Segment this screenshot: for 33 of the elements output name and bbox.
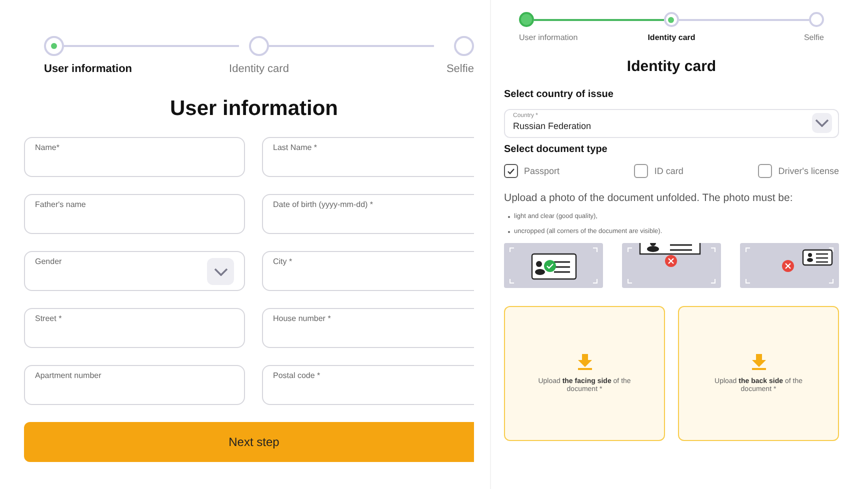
checkmark-icon	[507, 168, 515, 174]
step-label: User information	[44, 63, 132, 75]
input-field[interactable]: Postal code *	[262, 365, 474, 405]
input-field[interactable]: Name*	[24, 137, 245, 177]
download-icon	[576, 354, 592, 370]
checkbox-label: ID card	[654, 166, 684, 176]
step-label: Selfie	[804, 33, 824, 42]
input-field[interactable]: Apartment number	[24, 365, 245, 405]
checkbox-label: Passport	[524, 166, 560, 176]
download-icon	[750, 354, 766, 370]
input-field[interactable]: Street *	[24, 308, 245, 348]
input-field[interactable]: City *	[262, 251, 474, 291]
instruction-text: Upload a photo of the document unfolded. The photo must be:	[504, 192, 794, 204]
input-field[interactable]: Date of birth (yyyy-mm-dd) *	[262, 194, 474, 234]
chevron-down-icon	[214, 268, 228, 276]
checkbox[interactable]	[634, 164, 648, 178]
step-label: User information	[519, 33, 578, 42]
page-title: Identity card	[626, 58, 718, 75]
step-label: Identity card	[648, 33, 696, 42]
step-label: Identity card	[229, 63, 289, 75]
section-heading: Select document type	[504, 144, 608, 155]
step-label: Selfie	[446, 63, 474, 75]
page-title: User information	[168, 97, 340, 121]
next-step-button[interactable]: Next step	[24, 422, 474, 462]
chevron-down-icon	[815, 119, 829, 127]
checkbox[interactable]	[504, 164, 518, 178]
input-field[interactable]: Father's name	[24, 194, 245, 234]
checkbox[interactable]	[758, 164, 772, 178]
gender-dropdown[interactable]: Gender	[24, 251, 245, 291]
input-field[interactable]: Last Name *	[262, 137, 474, 177]
checkbox-label: Driver's license	[778, 166, 839, 176]
section-heading: Select country of issue	[504, 89, 614, 100]
input-field[interactable]: House number *	[262, 308, 474, 348]
